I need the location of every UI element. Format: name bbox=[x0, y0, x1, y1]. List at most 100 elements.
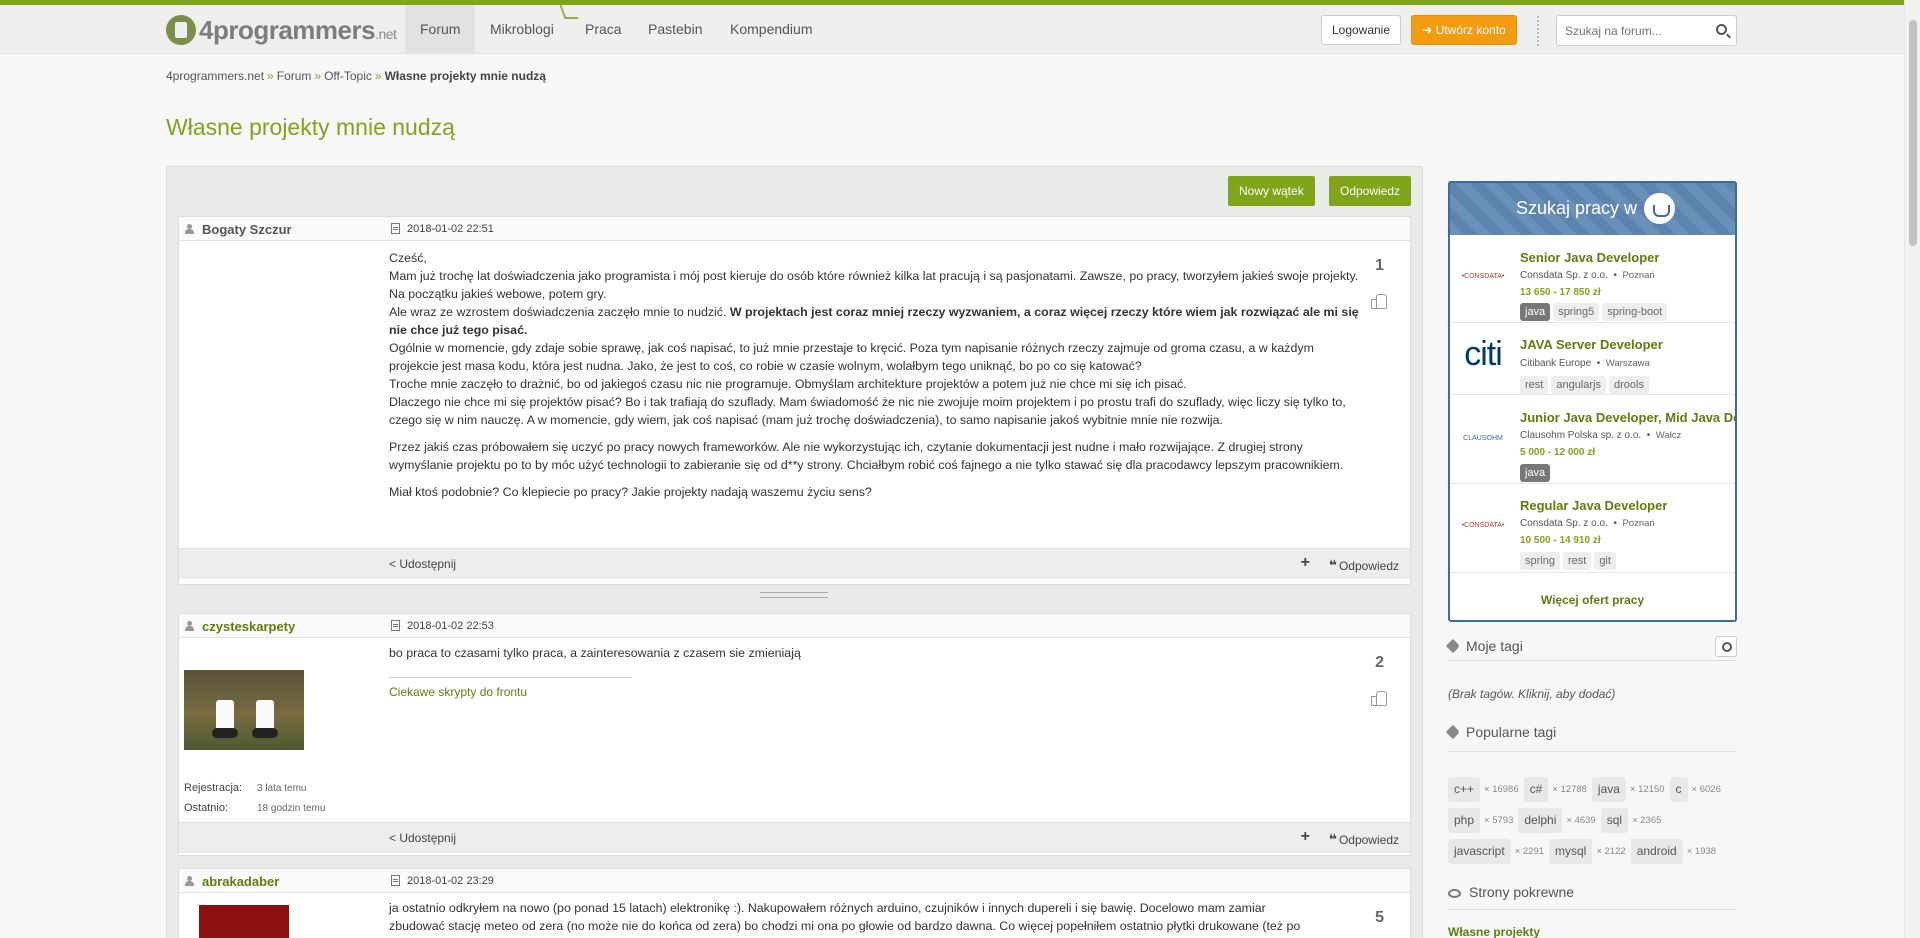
related-pages-title: Strony pokrewne bbox=[1469, 884, 1575, 900]
share-button[interactable]: < Udostępnij bbox=[389, 831, 456, 845]
job-salary: 10 500 - 14 910 zł bbox=[1520, 535, 1601, 546]
search-box bbox=[1556, 15, 1737, 46]
avatar-sock-right bbox=[256, 700, 274, 730]
breadcrumb-home[interactable]: 4programmers.net bbox=[166, 69, 264, 83]
nav-praca[interactable]: Praca bbox=[570, 5, 637, 54]
register-button[interactable]: ➜ Utwórz konto bbox=[1411, 15, 1517, 45]
post-line: ja ostatnio odkryłem na nowo (po ponad 1… bbox=[389, 901, 1266, 915]
search-input[interactable] bbox=[1557, 16, 1707, 45]
job-company: Clausohm Polska sp. z o.o. • Wałcz bbox=[1520, 430, 1682, 441]
job-item[interactable]: CLAUSOHM Junior Java Developer, Mid Java… bbox=[1450, 395, 1735, 484]
company-logo: citi bbox=[1464, 335, 1503, 373]
popular-tag[interactable]: delphi bbox=[1518, 808, 1563, 833]
plus-button[interactable]: + bbox=[1301, 828, 1310, 846]
post-date[interactable]: 2018-01-02 22:51 bbox=[407, 223, 494, 235]
popular-tag[interactable]: c bbox=[1669, 777, 1688, 802]
tag-count: × 4639 bbox=[1566, 815, 1596, 826]
post-reply-button[interactable]: ❝ Odpowiedz bbox=[1329, 831, 1399, 848]
company-logo: •CONSDATA• bbox=[1461, 522, 1505, 529]
share-button[interactable]: < Udostępnij bbox=[389, 557, 456, 571]
new-thread-button[interactable]: Nowy wątek bbox=[1228, 176, 1315, 206]
job-tag[interactable]: angularjs bbox=[1551, 376, 1606, 394]
job-tag[interactable]: git bbox=[1594, 552, 1616, 570]
avatar[interactable] bbox=[199, 905, 289, 938]
job-tag[interactable]: spring bbox=[1520, 552, 1560, 570]
popular-tag[interactable]: java bbox=[1591, 777, 1626, 802]
thumbs-up-icon[interactable] bbox=[1371, 690, 1387, 706]
logo[interactable]: 4programmers.net bbox=[166, 14, 397, 45]
popular-tag[interactable]: php bbox=[1448, 808, 1481, 833]
job-tag[interactable]: rest bbox=[1520, 376, 1549, 394]
job-location: Wałcz bbox=[1655, 430, 1682, 441]
popular-tag[interactable]: c++ bbox=[1448, 777, 1481, 802]
signature-link[interactable]: Ciekawe skrypty do frontu bbox=[389, 685, 527, 699]
job-tag[interactable]: spring5 bbox=[1553, 303, 1600, 321]
popular-tag[interactable]: android bbox=[1630, 839, 1683, 864]
popular-tag[interactable]: javascript bbox=[1448, 839, 1511, 864]
nav-kompendium[interactable]: Kompendium bbox=[715, 5, 828, 54]
job-tag[interactable]: spring-boot bbox=[1602, 303, 1668, 321]
java-logo-icon[interactable] bbox=[1644, 193, 1675, 224]
post-body: ja ostatnio odkryłem na nowo (po ponad 1… bbox=[389, 899, 1359, 935]
job-title[interactable]: Regular Java Developer bbox=[1520, 498, 1735, 513]
company-logo: CLAUSOHM bbox=[1463, 435, 1503, 442]
logo-text: 4programmers bbox=[199, 14, 376, 45]
post-date[interactable]: 2018-01-02 23:29 bbox=[407, 875, 494, 887]
post-header: Bogaty Szczur 2018-01-02 22:51 bbox=[179, 217, 1410, 241]
popular-tag[interactable]: sql bbox=[1600, 808, 1629, 833]
user-icon bbox=[185, 224, 194, 234]
no-tags-text[interactable]: (Brak tagów. Kliknij, aby dodać) bbox=[1448, 687, 1615, 701]
post-author[interactable]: czysteskarpety bbox=[202, 619, 295, 634]
job-tag[interactable]: java bbox=[1520, 464, 1551, 482]
job-tag[interactable]: java bbox=[1520, 303, 1551, 321]
job-item[interactable]: •CONSDATA• Senior Java Developer Consdat… bbox=[1450, 235, 1735, 323]
my-tags-header: Moje tagi bbox=[1445, 636, 1737, 661]
post-header: abrakadaber 2018-01-02 23:29 bbox=[179, 869, 1410, 893]
tag-count: × 1938 bbox=[1686, 846, 1717, 857]
jobs-header: Szukaj pracy w bbox=[1450, 183, 1735, 235]
login-button[interactable]: Logowanie bbox=[1321, 15, 1401, 45]
share-label: Udostępnij bbox=[399, 831, 457, 845]
nav-forum[interactable]: Forum bbox=[405, 5, 476, 54]
post-header: czysteskarpety 2018-01-02 22:53 bbox=[179, 614, 1410, 638]
job-salary: 13 650 - 17 850 zł bbox=[1520, 287, 1601, 298]
popular-tag[interactable]: c# bbox=[1523, 777, 1549, 802]
job-item[interactable]: citi JAVA Server Developer Citibank Euro… bbox=[1450, 323, 1735, 395]
tag-icon bbox=[1445, 724, 1461, 740]
job-title[interactable]: Senior Java Developer bbox=[1520, 250, 1735, 265]
more-jobs-link[interactable]: Więcej ofert pracy bbox=[1450, 593, 1735, 607]
search-icon[interactable] bbox=[1716, 24, 1727, 35]
scrollbar[interactable] bbox=[1904, 0, 1920, 938]
collapse-handle[interactable] bbox=[178, 587, 1411, 598]
job-title[interactable]: Junior Java Developer, Mid Java Develope… bbox=[1520, 410, 1735, 425]
thumbs-up-icon[interactable] bbox=[1371, 293, 1387, 309]
popular-tag[interactable]: mysql bbox=[1549, 839, 1593, 864]
reply-top-button[interactable]: Odpowiedz bbox=[1329, 176, 1412, 206]
post-date[interactable]: 2018-01-02 22:53 bbox=[407, 620, 494, 632]
job-title[interactable]: JAVA Server Developer bbox=[1520, 337, 1735, 352]
company-logo: •CONSDATA• bbox=[1461, 273, 1505, 280]
nav-mikroblogi[interactable]: Mikroblogi bbox=[475, 5, 569, 54]
post-reply-button[interactable]: ❝ Odpowiedz bbox=[1329, 557, 1399, 574]
nav-pastebin[interactable]: Pastebin bbox=[633, 5, 717, 54]
post-author[interactable]: Bogaty Szczur bbox=[202, 222, 292, 237]
post-body: bo praca to czasami tylko praca, a zaint… bbox=[389, 646, 801, 660]
popular-tags-title: Popularne tagi bbox=[1466, 724, 1557, 740]
breadcrumb-category[interactable]: Off-Topic bbox=[324, 69, 372, 83]
job-company: Consdata Sp. z o.o. • Poznań bbox=[1520, 518, 1655, 529]
scrollbar-thumb[interactable] bbox=[1909, 20, 1917, 246]
gear-icon[interactable] bbox=[1715, 636, 1737, 657]
tag-count: × 12150 bbox=[1629, 784, 1665, 795]
plus-button[interactable]: + bbox=[1301, 554, 1310, 572]
sign-in-icon: ➜ bbox=[1422, 23, 1436, 37]
job-item[interactable]: •CONSDATA• Regular Java Developer Consda… bbox=[1450, 484, 1735, 573]
share-icon: < bbox=[389, 831, 400, 845]
related-link[interactable]: Własne projekty bbox=[1448, 925, 1540, 938]
post-vote-count: 2 bbox=[1375, 654, 1384, 671]
job-tag[interactable]: rest bbox=[1562, 552, 1592, 570]
job-tag[interactable]: drools bbox=[1608, 376, 1649, 394]
avatar[interactable] bbox=[184, 670, 304, 750]
post-author[interactable]: abrakadaber bbox=[202, 874, 279, 889]
jobs-header-label: Szukaj pracy w bbox=[1515, 198, 1638, 218]
breadcrumb-forum[interactable]: Forum bbox=[277, 69, 312, 83]
